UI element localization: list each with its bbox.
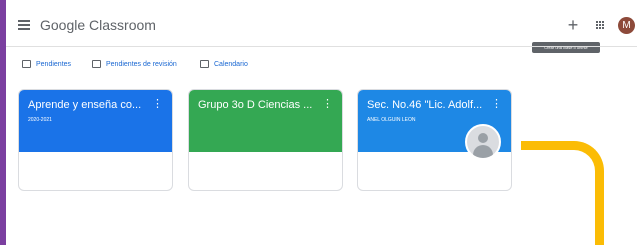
highlight-bracket — [521, 141, 604, 245]
todo-icon — [22, 60, 31, 68]
class-card[interactable]: Sec. No.46 "Lic. Adolf... ANEL OLGUIN LE… — [357, 89, 512, 191]
review-icon — [92, 60, 101, 68]
create-class-button[interactable]: + — [562, 14, 584, 36]
class-card[interactable]: Aprende y enseña co... 2020-2021 ⋮ — [18, 89, 173, 191]
class-title[interactable]: Grupo 3o D Ciencias ... — [198, 99, 318, 111]
header-divider — [6, 46, 637, 47]
subnav-item-pendientes[interactable]: Pendientes — [22, 60, 71, 68]
class-card-header[interactable]: Grupo 3o D Ciencias ... ⋮ — [189, 90, 342, 152]
subnav-item-revision[interactable]: Pendientes de revisión — [92, 60, 177, 68]
logo-google: Google — [40, 17, 86, 33]
class-title[interactable]: Sec. No.46 "Lic. Adolf... — [367, 99, 487, 111]
class-subtitle: 2020-2021 — [28, 117, 52, 123]
menu-icon[interactable] — [18, 20, 30, 30]
class-card[interactable]: Grupo 3o D Ciencias ... ⋮ — [188, 89, 343, 191]
more-options-icon[interactable]: ⋮ — [322, 99, 333, 110]
class-card-header[interactable]: Aprende y enseña co... 2020-2021 ⋮ — [19, 90, 172, 152]
logo-product: Classroom — [89, 17, 156, 33]
class-subtitle: ANEL OLGUIN LEON — [367, 117, 416, 123]
subnav-label: Pendientes — [36, 60, 72, 68]
app-logo[interactable]: Google Classroom — [40, 17, 156, 33]
create-class-tooltip: Crear una clase o unirse — [532, 42, 600, 53]
avatar[interactable]: M — [618, 17, 635, 34]
subnav-label: Pendientes de revisión — [106, 60, 177, 68]
top-app-bar: Google Classroom + M — [6, 14, 637, 44]
subnav-item-calendario[interactable]: Calendario — [200, 60, 248, 68]
more-options-icon[interactable]: ⋮ — [491, 99, 502, 110]
calendar-icon — [200, 60, 209, 68]
teacher-photo-icon — [465, 124, 501, 160]
class-title[interactable]: Aprende y enseña co... — [28, 99, 148, 111]
google-apps-icon[interactable] — [596, 21, 605, 30]
subnav-label: Calendario — [214, 60, 248, 68]
more-options-icon[interactable]: ⋮ — [152, 99, 163, 110]
